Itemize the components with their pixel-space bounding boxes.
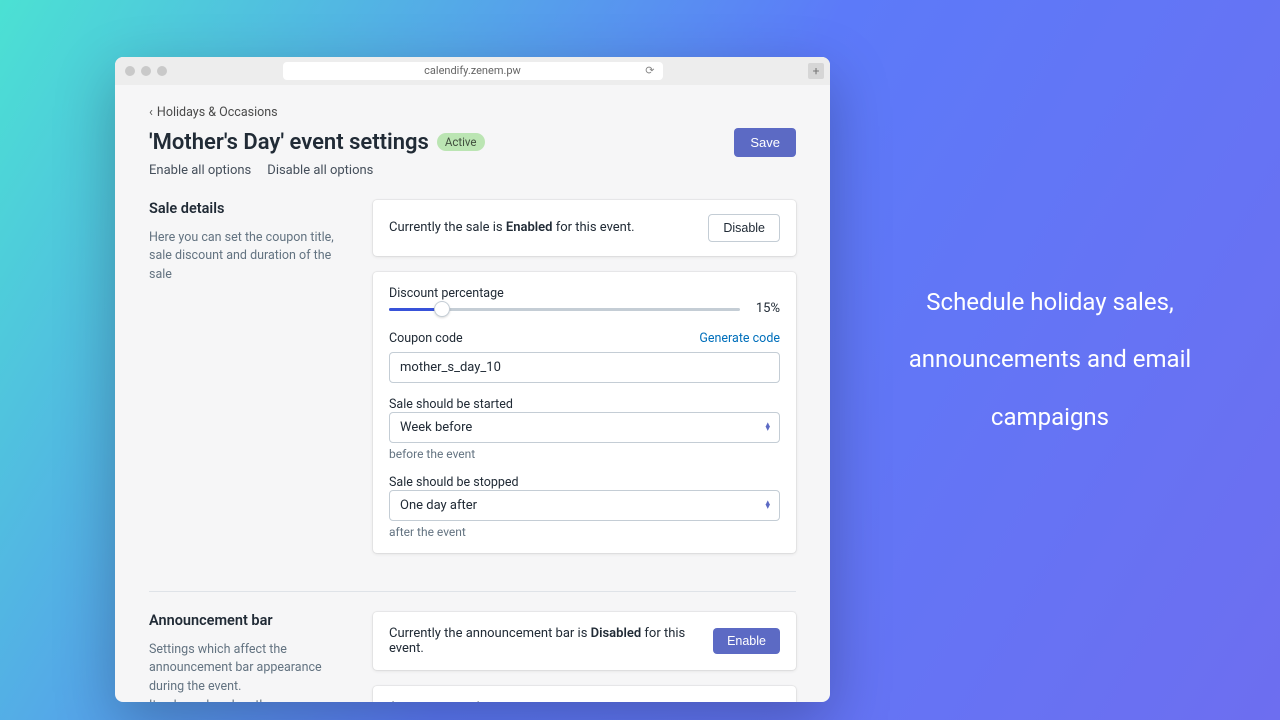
window-controls [125, 66, 167, 76]
max-dot[interactable] [157, 66, 167, 76]
sale-form-card: Discount percentage 15% [373, 272, 796, 553]
sale-stop-select[interactable]: One day after ▴▾ [389, 490, 780, 521]
sale-section-desc: Here you can set the coupon title, sale … [149, 229, 349, 285]
announcement-status-card: Currently the announcement bar is Disabl… [373, 612, 796, 670]
page-title: 'Mother's Day' event settings [149, 130, 429, 155]
discount-label: Discount percentage [389, 286, 780, 301]
breadcrumb[interactable]: ‹ Holidays & Occasions [149, 105, 796, 120]
discount-slider[interactable] [389, 301, 740, 317]
divider [149, 591, 796, 592]
announcement-text-label: Announcement bar text [389, 700, 780, 702]
browser-chrome: calendify.zenem.pw ⟳ + [115, 57, 830, 85]
disable-sale-button[interactable]: Disable [708, 214, 780, 242]
url-bar[interactable]: calendify.zenem.pw ⟳ [283, 62, 663, 80]
announcement-section-desc: Settings which affect the announcement b… [149, 641, 349, 702]
status-badge: Active [437, 133, 485, 151]
generate-code-link[interactable]: Generate code [699, 331, 780, 346]
sale-stop-hint: after the event [389, 525, 780, 539]
close-dot[interactable] [125, 66, 135, 76]
announcement-form-card: Announcement bar text When to start show… [373, 686, 796, 702]
browser-window: calendify.zenem.pw ⟳ + ‹ Holidays & Occa… [115, 57, 830, 702]
chevron-left-icon: ‹ [149, 105, 153, 120]
discount-value: 15% [750, 301, 780, 316]
select-icon: ▴▾ [765, 501, 769, 510]
sale-section-heading: Sale details [149, 200, 349, 217]
new-tab-button[interactable]: + [808, 63, 824, 79]
sale-start-select[interactable]: Week before ▴▾ [389, 412, 780, 443]
announcement-status-text: Currently the announcement bar is Disabl… [389, 626, 713, 656]
announcement-section-heading: Announcement bar [149, 612, 349, 629]
url-text: calendify.zenem.pw [424, 64, 521, 77]
sale-start-label: Sale should be started [389, 397, 780, 412]
enable-all-link[interactable]: Enable all options [149, 163, 251, 178]
sale-status-card: Currently the sale is Enabled for this e… [373, 200, 796, 256]
save-button[interactable]: Save [734, 128, 796, 157]
sale-status-text: Currently the sale is Enabled for this e… [389, 220, 635, 235]
select-icon: ▴▾ [765, 423, 769, 432]
marketing-copy: Schedule holiday sales, announcements an… [830, 274, 1280, 447]
sale-stop-label: Sale should be stopped [389, 475, 780, 490]
coupon-input[interactable] [389, 352, 780, 383]
disable-all-link[interactable]: Disable all options [267, 163, 373, 178]
min-dot[interactable] [141, 66, 151, 76]
breadcrumb-label: Holidays & Occasions [157, 105, 278, 120]
page-content: ‹ Holidays & Occasions 'Mother's Day' ev… [115, 85, 830, 702]
coupon-label: Coupon code [389, 331, 463, 346]
slider-thumb[interactable] [434, 301, 450, 317]
sale-start-hint: before the event [389, 447, 780, 461]
enable-announcement-button[interactable]: Enable [713, 628, 780, 654]
reload-icon[interactable]: ⟳ [645, 64, 654, 77]
